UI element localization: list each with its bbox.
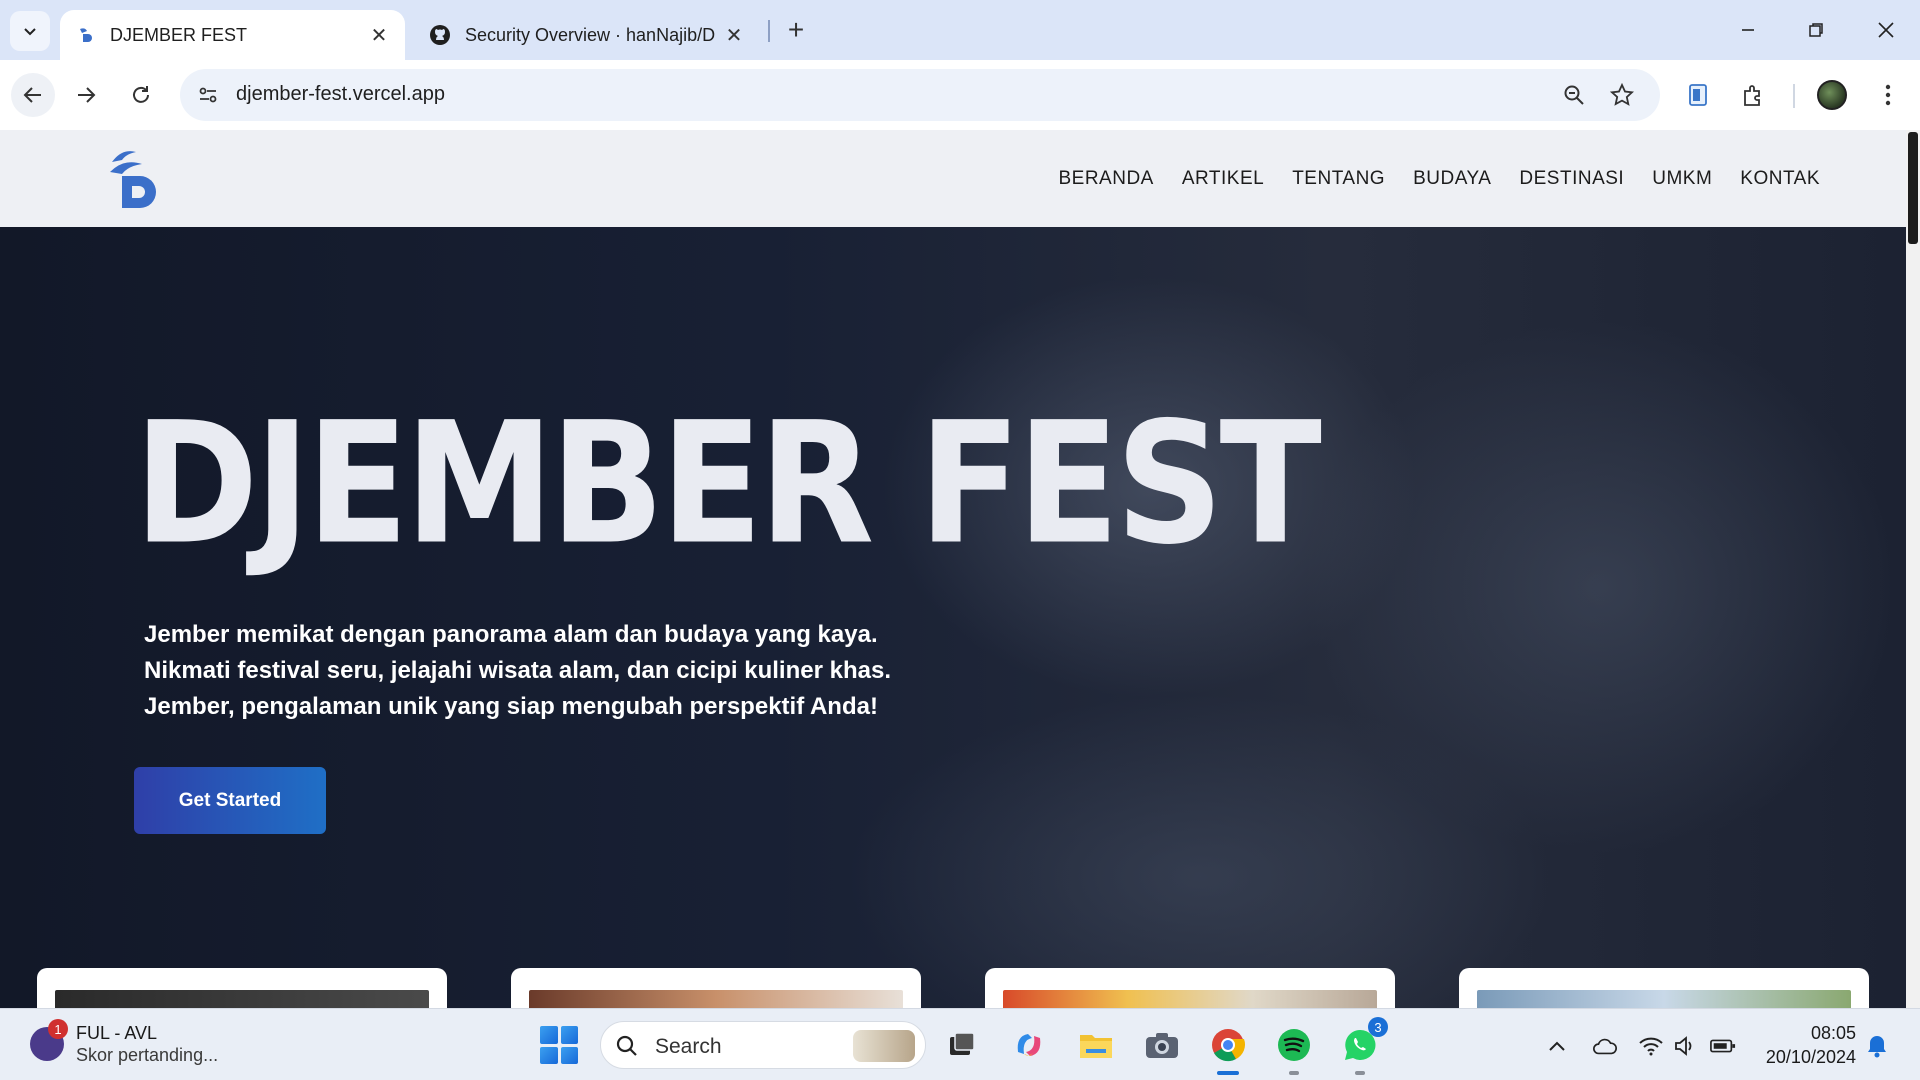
card-image [1003,990,1377,1008]
task-view-icon[interactable] [940,1023,984,1067]
tab-search-button[interactable] [10,11,50,51]
spotify-icon[interactable] [1272,1023,1316,1075]
chrome-icon[interactable] [1206,1023,1250,1075]
restore-icon[interactable] [1786,10,1846,50]
zoom-icon[interactable] [1558,79,1590,111]
volume-icon[interactable] [1672,1033,1698,1059]
hero-text-line: Jember memikat dengan panorama alam dan … [144,621,878,648]
search-label: Search [655,1035,722,1058]
github-icon [429,24,451,46]
battery-icon[interactable] [1710,1033,1736,1059]
minimize-icon[interactable] [1718,10,1778,50]
windows-start-icon[interactable] [540,1026,578,1064]
nav-destinasi[interactable]: DESTINASI [1519,168,1624,190]
nav-kontak[interactable]: KONTAK [1740,168,1820,190]
camera-icon[interactable] [1140,1023,1184,1067]
hero-text-line: Nikmati festival seru, jelajahi wisata a… [144,657,891,684]
widget-subtitle: Skor pertanding... [76,1045,219,1065]
forward-button[interactable] [64,73,108,117]
reload-button[interactable] [119,73,163,117]
main-nav: BERANDA ARTIKEL TENTANG BUDAYA DESTINASI… [1058,168,1820,190]
bookmark-star-icon[interactable] [1606,79,1638,111]
nav-tentang[interactable]: TENTANG [1292,168,1385,190]
card-image [1477,990,1851,1008]
profile-avatar[interactable] [1817,80,1847,110]
toolbar-divider [1793,84,1795,108]
hero-text-line: Jember, pengalaman unik yang siap mengub… [144,693,878,720]
notification-badge: 1 [48,1019,68,1039]
browser-toolbar: djember-fest.vercel.app [0,60,1920,130]
more-menu-icon[interactable] [1870,77,1906,113]
reading-mode-icon[interactable] [1680,77,1716,113]
back-button[interactable] [11,73,55,117]
onedrive-cloud-icon[interactable] [1592,1033,1618,1059]
page-viewport: BERANDA ARTIKEL TENTANG BUDAYA DESTINASI… [0,130,1920,1008]
tab-security-overview[interactable]: Security Overview · hanNajib/D ✕ [415,10,760,60]
djember-fest-logo[interactable] [108,146,168,212]
tray-overflow-chevron-icon[interactable] [1544,1033,1570,1059]
nav-umkm[interactable]: UMKM [1652,168,1712,190]
tab-close-icon[interactable]: ✕ [367,23,391,47]
hero-title: DJEMBER FEST [134,387,1322,582]
chevron-down-icon [24,28,36,36]
address-bar[interactable]: djember-fest.vercel.app [180,69,1660,121]
site-favicon-icon [74,24,96,46]
system-clock[interactable]: 08:05 20/10/2024 [1760,1021,1856,1069]
feature-card[interactable] [37,968,447,1008]
tab-divider [768,20,770,42]
arrow-left-icon [23,87,41,103]
tab-title: Security Overview · hanNajib/D [465,24,716,45]
feature-card[interactable] [511,968,921,1008]
whatsapp-badge: 3 [1368,1017,1388,1037]
taskbar-search[interactable]: Search [600,1021,926,1069]
wifi-icon[interactable] [1638,1033,1664,1059]
windows-taskbar: 1 FUL - AVL Skor pertanding... Search 3 [0,1008,1920,1080]
card-image [55,990,429,1008]
tab-close-icon[interactable]: ✕ [722,23,746,47]
tab-title: DJEMBER FEST [110,24,248,45]
notification-bell-icon[interactable] [1864,1033,1890,1059]
widget-title: FUL - AVL [76,1023,158,1043]
active-app-indicator [1217,1071,1239,1075]
whatsapp-icon[interactable]: 3 [1338,1017,1388,1075]
new-tab-plus-icon[interactable]: + [780,14,812,46]
arrow-right-icon [78,87,96,103]
hero-description: Jember memikat dengan panorama alam dan … [144,617,904,725]
copilot-icon[interactable] [1007,1023,1051,1067]
clock-date: 20/10/2024 [1765,1047,1856,1067]
window-close-icon[interactable] [1856,10,1916,50]
scrollbar-thumb[interactable] [1908,132,1918,244]
extensions-puzzle-icon[interactable] [1735,77,1771,113]
nav-artikel[interactable]: ARTIKEL [1182,168,1264,190]
running-app-indicator [1355,1071,1365,1075]
file-explorer-icon[interactable] [1074,1023,1118,1067]
reload-icon [133,86,149,103]
search-highlight-image [853,1030,915,1062]
nav-budaya[interactable]: BUDAYA [1413,168,1491,190]
search-icon [616,1035,637,1056]
nav-beranda[interactable]: BERANDA [1058,168,1153,190]
tab-strip: DJEMBER FEST ✕ Security Overview · hanNa… [0,0,1920,60]
feature-card[interactable] [1459,968,1869,1008]
tab-djember-fest[interactable]: DJEMBER FEST ✕ [60,10,405,60]
sports-widget[interactable]: 1 FUL - AVL Skor pertanding... [30,1019,290,1069]
site-info-icon[interactable] [192,79,224,111]
card-image [529,990,903,1008]
get-started-button[interactable]: Get Started [134,767,326,834]
clock-time: 08:05 [1810,1023,1856,1043]
feature-card[interactable] [985,968,1395,1008]
url-text[interactable]: djember-fest.vercel.app [236,83,445,106]
running-app-indicator [1289,1071,1299,1075]
site-header: BERANDA ARTIKEL TENTANG BUDAYA DESTINASI… [0,130,1906,227]
hero-section: DJEMBER FEST Jember memikat dengan panor… [0,227,1906,1008]
page-scrollbar[interactable] [1906,130,1920,1008]
